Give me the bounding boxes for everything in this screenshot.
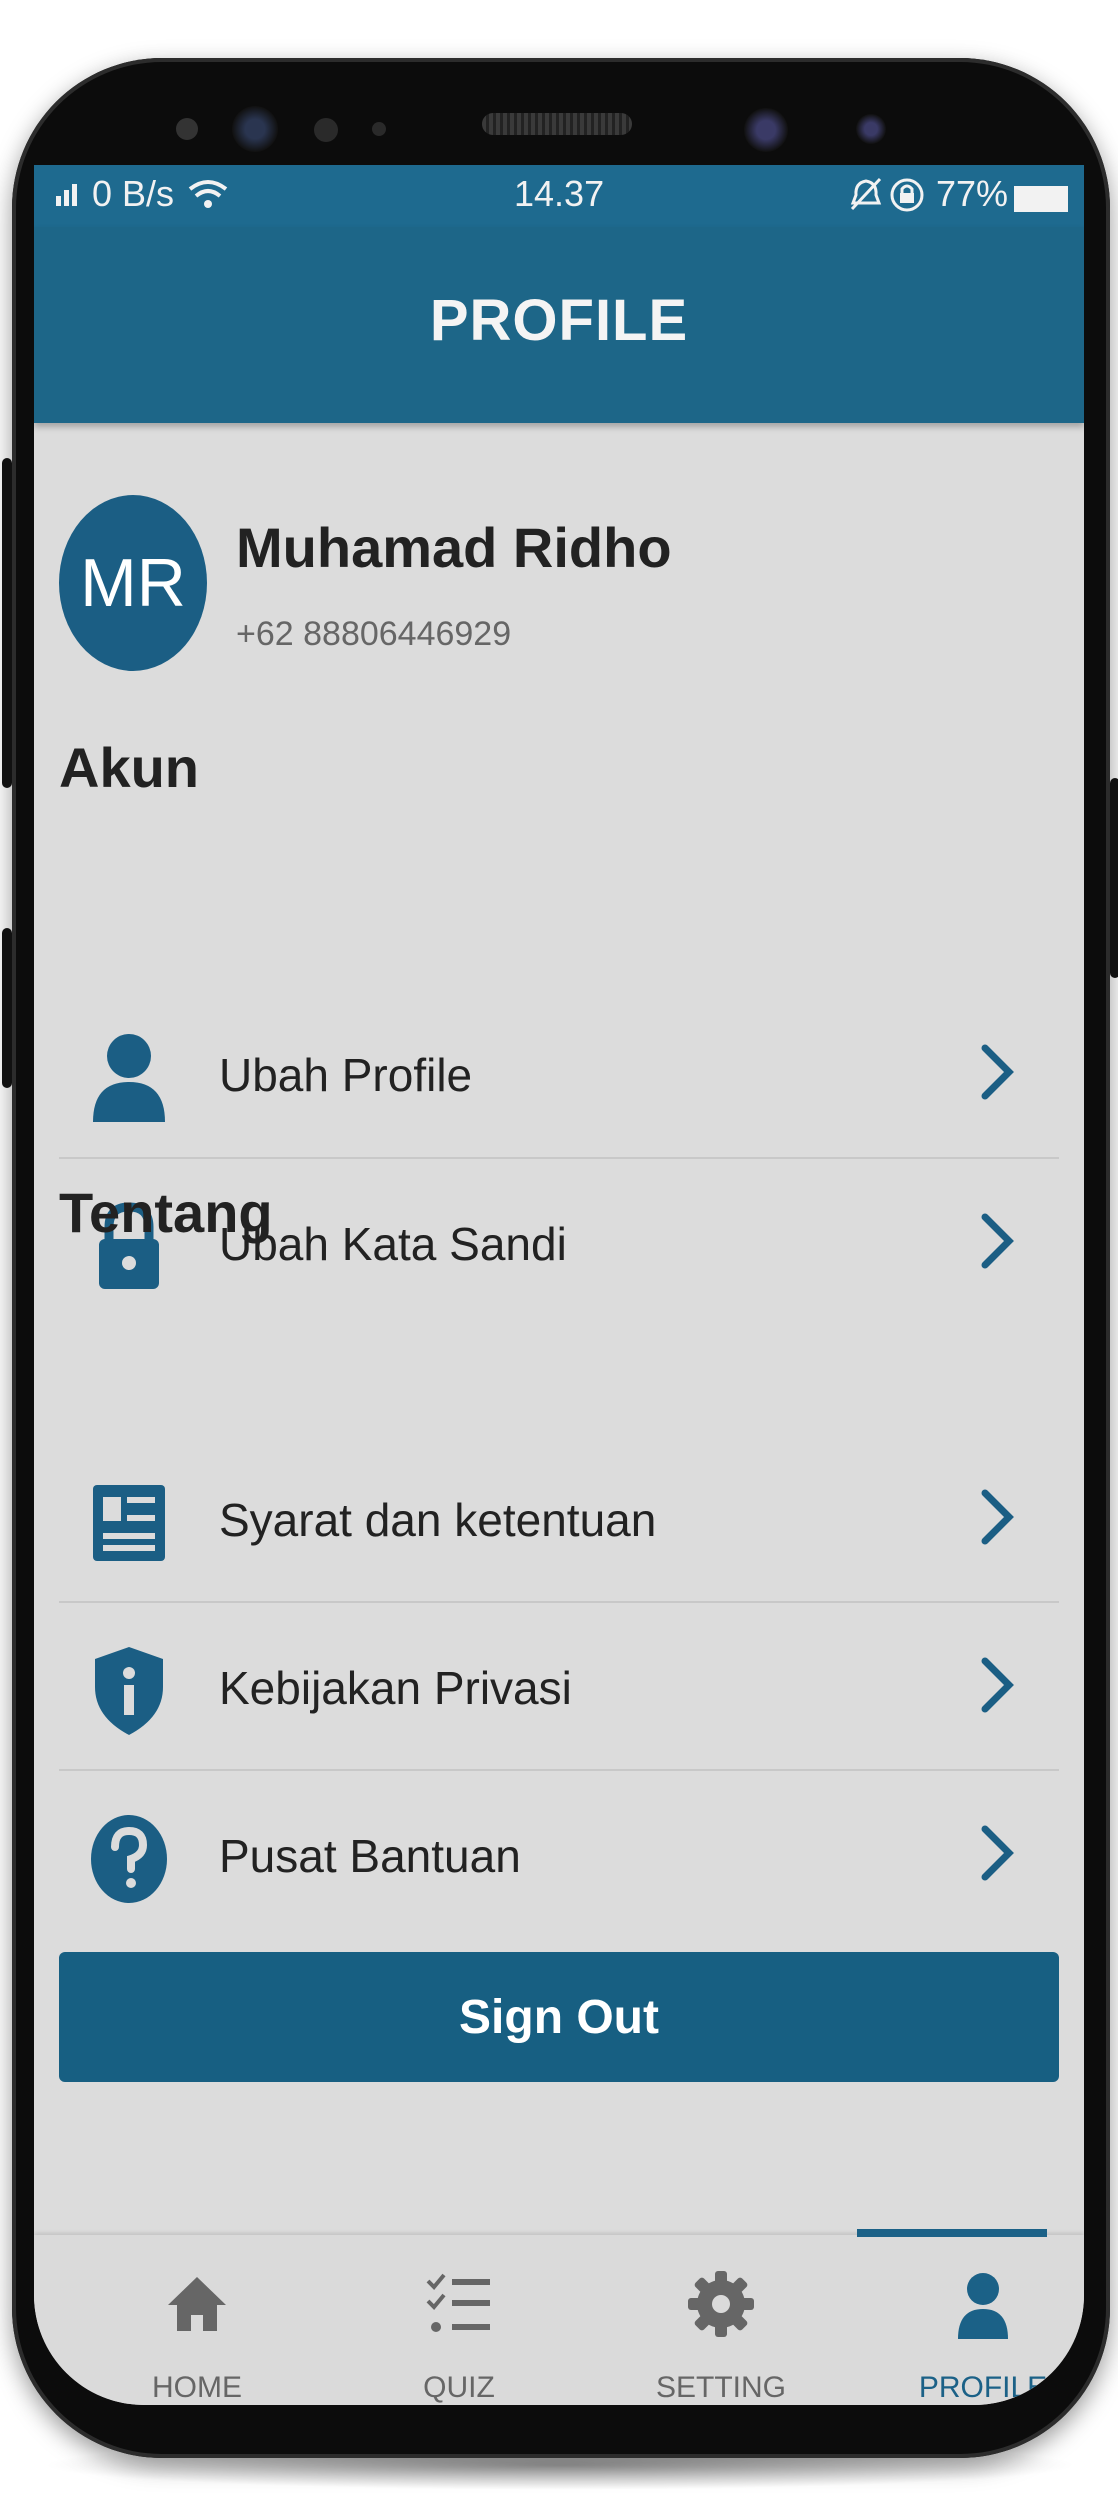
- document-icon: [93, 1485, 165, 1561]
- active-tab-indicator: [857, 2229, 1047, 2237]
- signal-icon: [54, 175, 84, 217]
- nav-label: PROFILE: [918, 2371, 1048, 2404]
- earpiece-speaker: [482, 113, 632, 135]
- menu-item-syarat-ketentuan[interactable]: Syarat dan ketentuan: [59, 1435, 1059, 1601]
- nav-label: HOME: [152, 2371, 242, 2404]
- page-title: PROFILE: [429, 288, 689, 353]
- help-icon: [91, 1815, 167, 1903]
- nav-setting[interactable]: SETTING: [590, 2235, 852, 2405]
- volume-button: [2, 458, 12, 788]
- network-speed: 0 B/s: [92, 173, 175, 214]
- bottom-nav: HOME QUIZ SETTING PROFILE: [34, 2235, 1084, 2405]
- person-icon: [93, 1034, 165, 1122]
- home-icon: [168, 2277, 226, 2331]
- bixby-button: [2, 928, 12, 1088]
- app-bar: PROFILE: [34, 227, 1084, 423]
- profile-name: Muhamad Ridho: [236, 516, 672, 579]
- battery-icon: [1012, 181, 1072, 223]
- nav-profile[interactable]: PROFILE: [852, 2235, 1084, 2405]
- menu-item-kebijakan-privasi[interactable]: Kebijakan Privasi: [59, 1603, 1059, 1769]
- menu-item-label: Kebijakan Privasi: [219, 1662, 572, 1714]
- nav-home[interactable]: HOME: [66, 2235, 328, 2405]
- chevron-right-icon: [981, 1657, 1014, 1713]
- led: [372, 122, 386, 136]
- menu-item-label: Ubah Profile: [219, 1049, 473, 1101]
- checklist-icon: [426, 2273, 490, 2332]
- proximity-sensor: [176, 118, 198, 140]
- chevron-right-icon: [981, 1044, 1014, 1100]
- nav-label: QUIZ: [423, 2371, 495, 2404]
- shield-info-icon: [95, 1647, 163, 1735]
- front-camera: [232, 106, 278, 152]
- mute-icon: [849, 177, 883, 222]
- battery-percent: 77%: [936, 173, 1009, 214]
- profile-phone: +62 88806446929: [236, 615, 512, 653]
- person-icon: [958, 2273, 1008, 2339]
- chevron-right-icon: [981, 1825, 1014, 1881]
- menu-item-pusat-bantuan[interactable]: Pusat Bantuan: [59, 1771, 1059, 1937]
- menu-item-label: Syarat dan ketentuan: [219, 1494, 657, 1546]
- gear-icon: [688, 2271, 754, 2337]
- chevron-right-icon: [981, 1213, 1014, 1269]
- chevron-right-icon: [981, 1489, 1014, 1545]
- status-bar: 0 B/s 14.37 77%: [34, 165, 1084, 227]
- power-button: [1110, 778, 1118, 978]
- iris-led: [856, 114, 886, 144]
- screen: 0 B/s 14.37 77% PROFILE MR Muhamad Ridho…: [34, 165, 1084, 2405]
- clock: 14.37: [514, 173, 605, 214]
- nav-label: SETTING: [655, 2371, 786, 2404]
- rotation-lock-icon: [889, 177, 927, 222]
- sign-out-button[interactable]: Sign Out: [59, 1952, 1059, 2082]
- section-akun: Akun: [59, 736, 199, 799]
- section-tentang: Tentang: [59, 1181, 273, 1244]
- menu-item-ubah-profile[interactable]: Ubah Profile: [59, 990, 1059, 1156]
- avatar: MR: [59, 495, 207, 671]
- sensor: [314, 118, 338, 142]
- nav-quiz[interactable]: QUIZ: [328, 2235, 590, 2405]
- menu-item-label: Pusat Bantuan: [219, 1830, 521, 1882]
- iris-scanner: [744, 108, 788, 152]
- wifi-icon: [188, 177, 228, 220]
